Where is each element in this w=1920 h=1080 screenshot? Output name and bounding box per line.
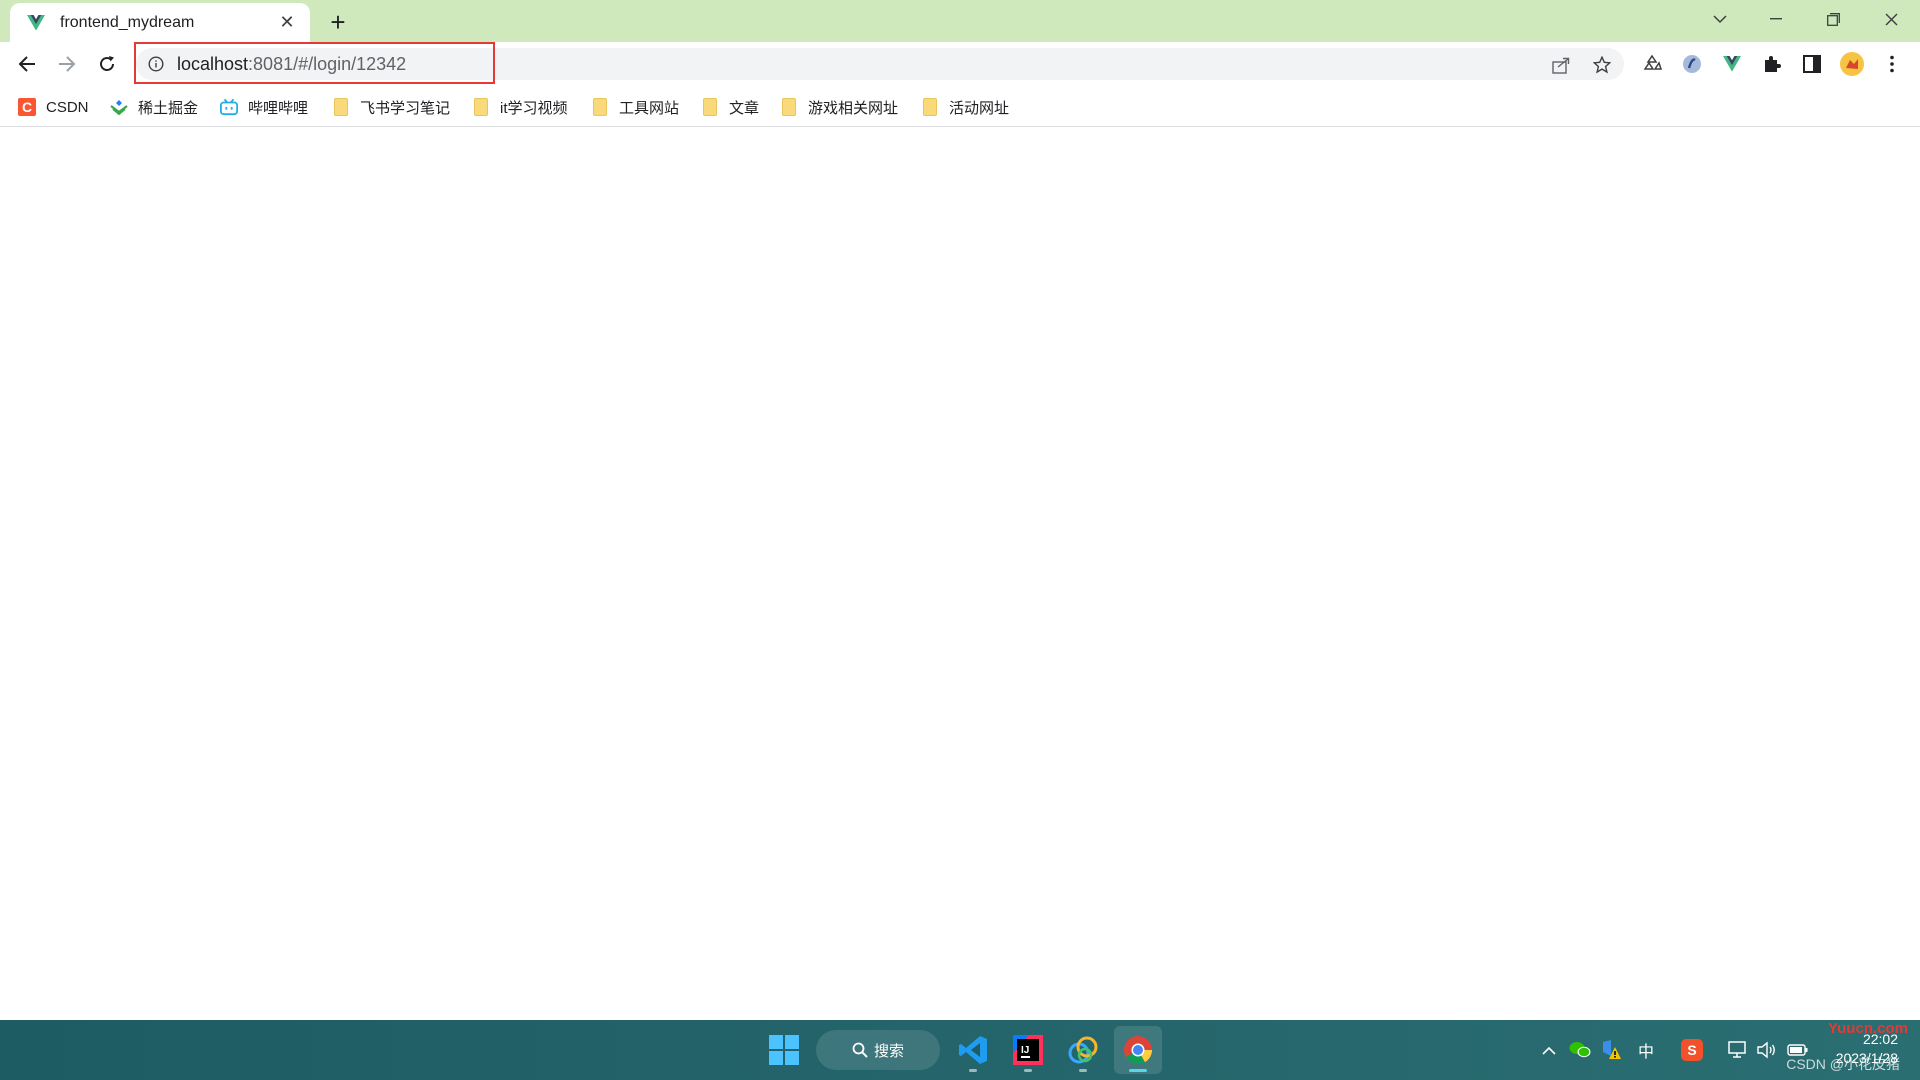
active-indicator <box>1129 1069 1147 1072</box>
folder-icon <box>780 98 798 116</box>
page-content <box>0 128 1920 1020</box>
bookmark-folder-articles[interactable]: 文章 <box>701 93 759 121</box>
bookmark-folder-tool-sites[interactable]: 工具网站 <box>591 93 679 121</box>
volume-icon[interactable] <box>1753 1034 1781 1066</box>
running-indicator <box>969 1069 977 1072</box>
sidebar-icon[interactable] <box>1796 48 1828 80</box>
bookmark-label: 游戏相关网址 <box>808 99 899 117</box>
vscode-icon[interactable] <box>949 1026 997 1074</box>
forward-arrow-icon[interactable] <box>51 48 83 80</box>
share-icon[interactable] <box>1550 54 1572 76</box>
ime-indicator[interactable]: 中 <box>1632 1034 1660 1066</box>
bookmark-label: 工具网站 <box>619 99 680 117</box>
search-icon <box>852 1042 868 1058</box>
wechat-icon[interactable] <box>1566 1034 1594 1066</box>
sogou-input-icon[interactable]: S <box>1677 1034 1707 1066</box>
bookmark-folder-event-sites[interactable]: 活动网址 <box>921 93 1009 121</box>
minimize-icon[interactable] <box>1756 4 1796 34</box>
restore-icon[interactable] <box>1813 4 1853 34</box>
recycle-icon[interactable] <box>1636 48 1668 80</box>
windows-start-icon[interactable] <box>760 1026 808 1074</box>
title-bar: frontend_mydream ✕ + <box>0 0 1920 42</box>
bookmark-label: CSDN <box>46 98 89 116</box>
tab-title: frontend_mydream <box>60 13 195 31</box>
svg-text:S: S <box>1687 1042 1696 1058</box>
profile-avatar-icon[interactable] <box>1836 48 1868 80</box>
bookmark-label: 文章 <box>729 99 760 117</box>
folder-icon <box>701 98 719 116</box>
close-window-icon[interactable] <box>1871 4 1911 34</box>
browser-alt-icon[interactable] <box>1059 1026 1107 1074</box>
svg-text:C: C <box>22 99 32 115</box>
back-arrow-icon[interactable] <box>11 48 43 80</box>
running-indicator <box>1024 1069 1032 1072</box>
bookmark-csdn[interactable]: C CSDN <box>18 93 89 121</box>
puzzle-icon[interactable] <box>1756 48 1788 80</box>
url-host: localhost <box>177 54 249 74</box>
search-label: 搜索 <box>873 1042 904 1060</box>
bookmark-label: 飞书学习笔记 <box>360 99 451 117</box>
network-icon[interactable] <box>1724 1034 1752 1066</box>
bookmark-juejin[interactable]: 稀土掘金 <box>110 93 198 121</box>
bookmark-label: it学习视频 <box>500 99 568 117</box>
close-tab-icon[interactable]: ✕ <box>276 12 298 34</box>
chrome-icon[interactable] <box>1114 1026 1162 1074</box>
url-path: :8081/#/login/12342 <box>248 54 407 74</box>
site-info-icon[interactable] <box>148 56 164 72</box>
bookmark-label: 活动网址 <box>949 99 1010 117</box>
running-indicator <box>1079 1069 1087 1072</box>
bookmark-label: 哔哩哔哩 <box>248 99 309 117</box>
blue-circle-icon[interactable] <box>1676 48 1708 80</box>
bookmark-bilibili[interactable]: 哔哩哔哩 <box>220 93 308 121</box>
folder-icon <box>921 98 939 116</box>
url-text[interactable]: localhost:8081/#/login/12342 <box>177 48 406 80</box>
reload-icon[interactable] <box>91 48 123 80</box>
csdn-icon: C <box>18 98 36 116</box>
security-warning-icon[interactable] <box>1597 1034 1625 1066</box>
juejin-icon <box>110 98 128 116</box>
tab-frontend-mydream[interactable]: frontend_mydream ✕ <box>10 3 310 42</box>
address-bar[interactable]: localhost:8081/#/login/12342 <box>136 48 1624 80</box>
taskbar-search-button[interactable]: 搜索 <box>816 1030 940 1070</box>
bookmarks-bar: C CSDN 稀土掘金 哔哩哔哩 飞书学习笔记 it学习视频 工具网站 文章 游… <box>0 87 1920 127</box>
svg-text:IJ: IJ <box>1021 1045 1029 1056</box>
show-hidden-icons-chevron-icon[interactable] <box>1537 1034 1561 1066</box>
vue-devtools-icon[interactable] <box>1716 48 1748 80</box>
intellij-icon[interactable]: IJ <box>1004 1026 1052 1074</box>
folder-icon <box>472 98 490 116</box>
bookmark-star-icon[interactable] <box>1591 54 1613 76</box>
bilibili-icon <box>220 98 238 116</box>
folder-icon <box>591 98 609 116</box>
bookmark-folder-game-sites[interactable]: 游戏相关网址 <box>780 93 898 121</box>
tab-search-chevron-icon[interactable] <box>1700 4 1740 34</box>
bookmark-folder-feishu-notes[interactable]: 飞书学习笔记 <box>332 93 450 121</box>
windows-taskbar: 搜索 IJ 中 S 22:02 2023/1/28 Yuucn.com CSDN… <box>0 1020 1920 1080</box>
browser-toolbar: localhost:8081/#/login/12342 <box>0 42 1920 87</box>
yuucn-watermark: Yuucn.com <box>1827 1020 1908 1037</box>
vue-logo-icon <box>26 13 46 33</box>
bookmark-label: 稀土掘金 <box>138 99 199 117</box>
folder-icon <box>332 98 350 116</box>
bookmark-folder-it-videos[interactable]: it学习视频 <box>472 93 568 121</box>
more-menu-icon[interactable] <box>1876 48 1908 80</box>
csdn-watermark: CSDN @小花皮猪 <box>1786 1056 1900 1072</box>
new-tab-button[interactable]: + <box>324 7 352 37</box>
